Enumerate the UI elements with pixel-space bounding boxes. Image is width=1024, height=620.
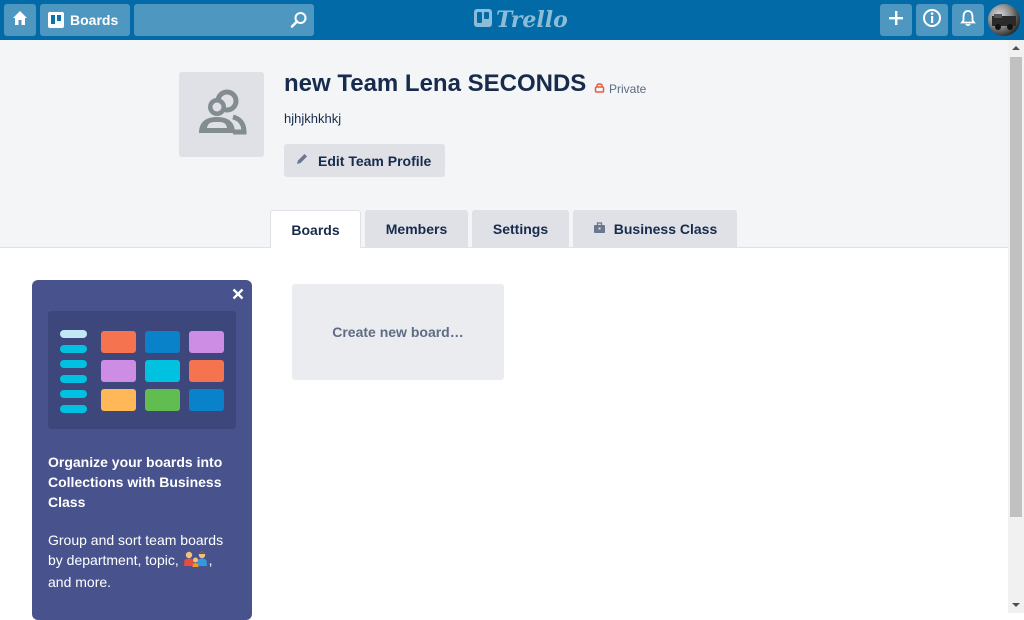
team-name: new Team Lena SECONDS [284, 70, 587, 97]
promo-title: Organize your boards into Collections wi… [48, 454, 223, 510]
home-button[interactable] [4, 4, 36, 36]
lock-icon [594, 82, 605, 96]
tab-settings[interactable]: Settings [472, 210, 569, 247]
top-navigation-bar: Boards Trello [0, 0, 1024, 40]
page-scrollbar[interactable] [1008, 40, 1024, 613]
notifications-button[interactable] [952, 4, 984, 36]
tab-label: Members [385, 220, 448, 237]
visibility-badge[interactable]: Private [594, 82, 646, 96]
trello-logo-icon [474, 7, 492, 33]
home-icon [11, 9, 29, 32]
trello-logo[interactable]: Trello [474, 7, 568, 33]
scrollbar-thumb[interactable] [1010, 57, 1022, 517]
tab-boards[interactable]: Boards [270, 210, 361, 248]
info-button[interactable] [916, 4, 948, 36]
promo-body: Group and sort team boards by department… [48, 530, 238, 592]
pencil-icon [296, 153, 308, 168]
tab-label: Boards [291, 221, 340, 238]
close-icon[interactable] [230, 286, 246, 302]
visibility-label: Private [609, 82, 647, 96]
info-icon [922, 8, 942, 33]
search-icon[interactable] [290, 11, 308, 34]
team-description: hjhjkhkhkj [284, 111, 342, 126]
search-box[interactable] [134, 4, 314, 36]
scroll-up-arrow-icon[interactable] [1008, 40, 1024, 56]
tab-label: Settings [492, 220, 549, 237]
search-input[interactable] [134, 4, 300, 36]
create-new-board-label: Create new board… [332, 324, 464, 340]
family-emoji-icon [183, 551, 209, 572]
tab-label: Business Class [613, 220, 718, 237]
team-icon [195, 85, 249, 144]
edit-team-profile-label: Edit Team Profile [318, 152, 432, 169]
briefcase-icon [593, 221, 606, 237]
trello-logo-text: Trello [496, 7, 568, 33]
boards-button[interactable]: Boards [40, 4, 130, 36]
collections-illustration [48, 311, 236, 429]
tab-members[interactable]: Members [365, 210, 468, 247]
plus-icon [888, 10, 904, 31]
tab-business-class[interactable]: Business Class [573, 210, 737, 247]
boards-button-label: Boards [70, 12, 119, 28]
edit-team-profile-button[interactable]: Edit Team Profile [284, 144, 445, 177]
member-avatar[interactable] [988, 4, 1020, 36]
team-logo [179, 72, 264, 157]
create-new-board-tile[interactable]: Create new board… [292, 284, 504, 380]
business-class-promo: Organize your boards into Collections wi… [32, 280, 252, 620]
bell-icon [959, 9, 977, 32]
scroll-down-arrow-icon[interactable] [1008, 597, 1024, 613]
create-button[interactable] [880, 4, 912, 36]
boards-icon [48, 12, 64, 28]
